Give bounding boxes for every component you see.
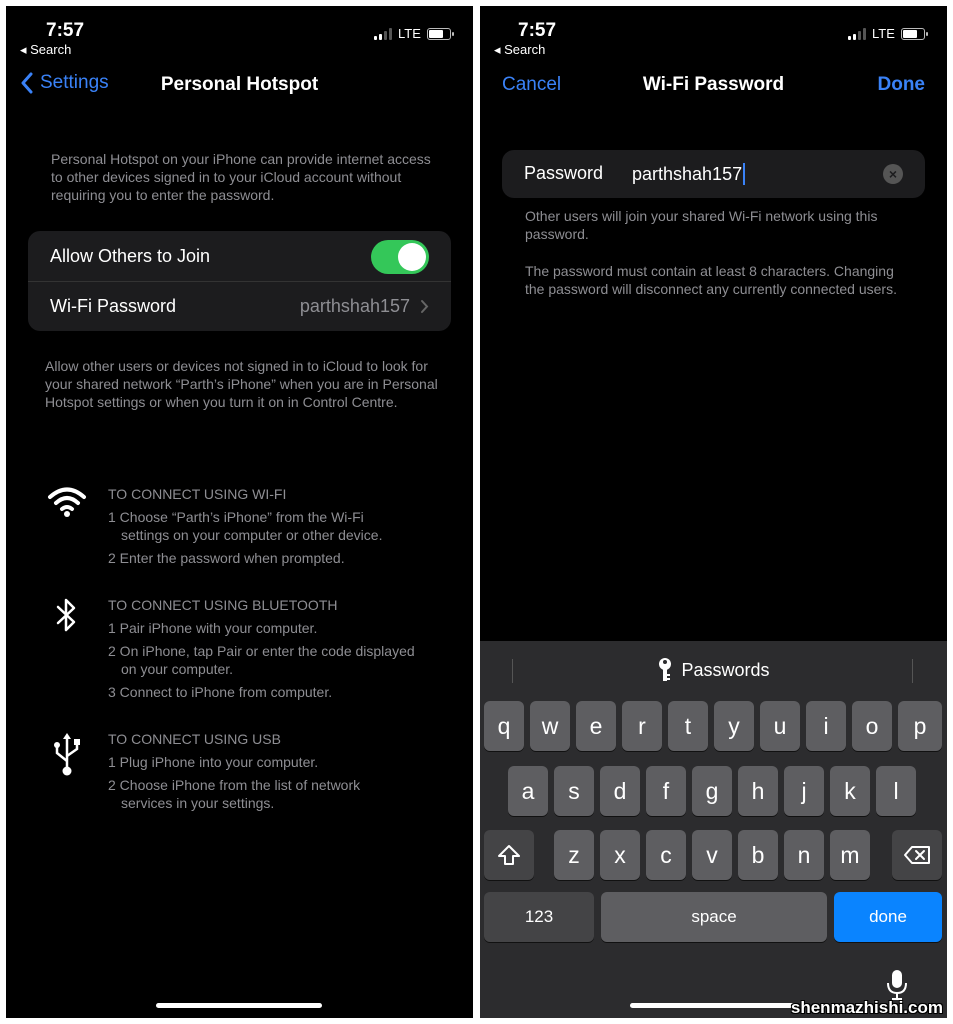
status-indicators: LTE bbox=[374, 26, 454, 41]
key-g[interactable]: g bbox=[692, 766, 732, 816]
numbers-key[interactable]: 123 bbox=[484, 892, 594, 942]
done-button[interactable]: Done bbox=[878, 74, 926, 96]
home-indicator[interactable] bbox=[630, 1003, 796, 1008]
key-q[interactable]: q bbox=[484, 701, 524, 751]
backspace-icon bbox=[904, 846, 930, 864]
passwords-suggestion-label: Passwords bbox=[681, 659, 770, 680]
back-to-search-link[interactable]: ◂ Search bbox=[20, 42, 71, 58]
usb-icon bbox=[46, 731, 88, 776]
chevron-right-icon bbox=[421, 300, 429, 313]
password-note-requirements: The password must contain at least 8 cha… bbox=[525, 263, 897, 297]
key-s[interactable]: s bbox=[554, 766, 594, 816]
wifi-password-screen: 7:57 ◂ Search LTE Wi-Fi Password Cancel … bbox=[480, 6, 947, 1018]
bluetooth-step-2-cont: on your computer. bbox=[121, 661, 234, 677]
settings-back-button[interactable]: Settings bbox=[20, 72, 109, 94]
key-n[interactable]: n bbox=[784, 830, 824, 880]
usb-connect-section: TO CONNECT USING USB 1 Plug iPhone into … bbox=[46, 731, 466, 821]
bluetooth-step-2: 2 On iPhone, tap Pair or enter the code … bbox=[108, 643, 415, 659]
battery-icon bbox=[426, 27, 454, 40]
passwords-suggestion[interactable]: Passwords bbox=[480, 641, 947, 699]
allow-others-row[interactable]: Allow Others to Join bbox=[28, 231, 451, 281]
wifi-step-2: 2 Enter the password when prompted. bbox=[108, 550, 345, 566]
wifi-step-1-cont: settings on your computer or other devic… bbox=[121, 527, 383, 543]
wifi-step-1: 1 Choose “Parth’s iPhone” from the Wi-Fi bbox=[108, 509, 364, 525]
key-d[interactable]: d bbox=[600, 766, 640, 816]
usb-step-2: 2 Choose iPhone from the list of network bbox=[108, 777, 361, 793]
status-time: 7:57 bbox=[518, 20, 557, 41]
bluetooth-icon bbox=[46, 597, 88, 639]
clear-icon[interactable]: × bbox=[883, 164, 903, 184]
wifi-connect-section: TO CONNECT USING WI-FI 1 Choose “Parth’s… bbox=[46, 486, 466, 576]
personal-hotspot-screen: 7:57 ◂ Search LTE Settings Personal Hots… bbox=[6, 6, 473, 1018]
usb-step-1: 1 Plug iPhone into your computer. bbox=[108, 754, 319, 770]
settings-back-label: Settings bbox=[40, 72, 109, 93]
key-y[interactable]: y bbox=[714, 701, 754, 751]
key-f[interactable]: f bbox=[646, 766, 686, 816]
key-m[interactable]: m bbox=[830, 830, 870, 880]
status-indicators: LTE bbox=[848, 26, 928, 41]
chevron-left-icon bbox=[21, 72, 33, 94]
wifi-password-label: Wi-Fi Password bbox=[50, 296, 177, 316]
allow-others-label: Allow Others to Join bbox=[50, 245, 211, 266]
usb-step-2-cont: services in your settings. bbox=[121, 795, 275, 811]
back-to-search-link[interactable]: ◂ Search bbox=[494, 42, 545, 58]
wifi-password-value: parthshah157 bbox=[299, 296, 410, 316]
hotspot-settings-group: Allow Others to Join Wi-Fi Password part… bbox=[28, 231, 451, 331]
key-x[interactable]: x bbox=[600, 830, 640, 880]
password-note-join: Other users will join your shared Wi-Fi … bbox=[525, 208, 878, 242]
carrier-label: LTE bbox=[398, 26, 421, 41]
bluetooth-section-heading: TO CONNECT USING BLUETOOTH bbox=[108, 597, 338, 613]
password-input[interactable]: parthshah157 bbox=[632, 163, 746, 185]
key-z[interactable]: z bbox=[554, 830, 594, 880]
home-indicator[interactable] bbox=[156, 1003, 322, 1008]
delete-key[interactable] bbox=[892, 830, 942, 880]
key-v[interactable]: v bbox=[692, 830, 732, 880]
watermark-text: shenmazhishi.com bbox=[790, 998, 943, 1017]
key-j[interactable]: j bbox=[784, 766, 824, 816]
status-time: 7:57 bbox=[46, 20, 85, 41]
allow-others-toggle[interactable] bbox=[371, 240, 429, 274]
key-a[interactable]: a bbox=[508, 766, 548, 816]
bluetooth-step-3: 3 Connect to iPhone from computer. bbox=[108, 684, 333, 700]
key-r[interactable]: r bbox=[622, 701, 662, 751]
key-u[interactable]: u bbox=[760, 701, 800, 751]
wifi-icon bbox=[46, 486, 88, 528]
key-h[interactable]: h bbox=[738, 766, 778, 816]
hotspot-intro-text: Personal Hotspot on your iPhone can prov… bbox=[51, 151, 431, 203]
bluetooth-step-1: 1 Pair iPhone with your computer. bbox=[108, 620, 318, 636]
cancel-button[interactable]: Cancel bbox=[502, 74, 561, 96]
key-p[interactable]: p bbox=[898, 701, 942, 751]
wifi-password-row[interactable]: Wi-Fi Password parthshah157 bbox=[28, 281, 451, 331]
wifi-section-heading: TO CONNECT USING WI-FI bbox=[108, 486, 287, 502]
text-caret bbox=[743, 163, 746, 185]
keyboard-done-key[interactable]: done bbox=[834, 892, 942, 942]
password-label: Password bbox=[524, 163, 604, 183]
password-field[interactable]: Password parthshah157 × bbox=[502, 150, 925, 198]
usb-section-heading: TO CONNECT USING USB bbox=[108, 731, 281, 747]
key-icon bbox=[659, 658, 672, 681]
bluetooth-connect-section: TO CONNECT USING BLUETOOTH 1 Pair iPhone… bbox=[46, 597, 466, 707]
password-input-value: parthshah157 bbox=[632, 163, 743, 184]
key-o[interactable]: o bbox=[852, 701, 892, 751]
carrier-label: LTE bbox=[872, 26, 895, 41]
key-l[interactable]: l bbox=[876, 766, 916, 816]
key-c[interactable]: c bbox=[646, 830, 686, 880]
signal-icon bbox=[374, 27, 392, 40]
key-t[interactable]: t bbox=[668, 701, 708, 751]
key-b[interactable]: b bbox=[738, 830, 778, 880]
shift-icon bbox=[498, 845, 520, 865]
battery-icon bbox=[900, 27, 928, 40]
shift-key[interactable] bbox=[484, 830, 534, 880]
key-i[interactable]: i bbox=[806, 701, 846, 751]
space-key[interactable]: space bbox=[601, 892, 827, 942]
key-k[interactable]: k bbox=[830, 766, 870, 816]
allow-others-description: Allow other users or devices not signed … bbox=[45, 358, 438, 410]
signal-icon bbox=[848, 27, 866, 40]
key-e[interactable]: e bbox=[576, 701, 616, 751]
keyboard: Passwords q w e r t y u i o p a s d f g … bbox=[480, 641, 947, 1018]
key-w[interactable]: w bbox=[530, 701, 570, 751]
